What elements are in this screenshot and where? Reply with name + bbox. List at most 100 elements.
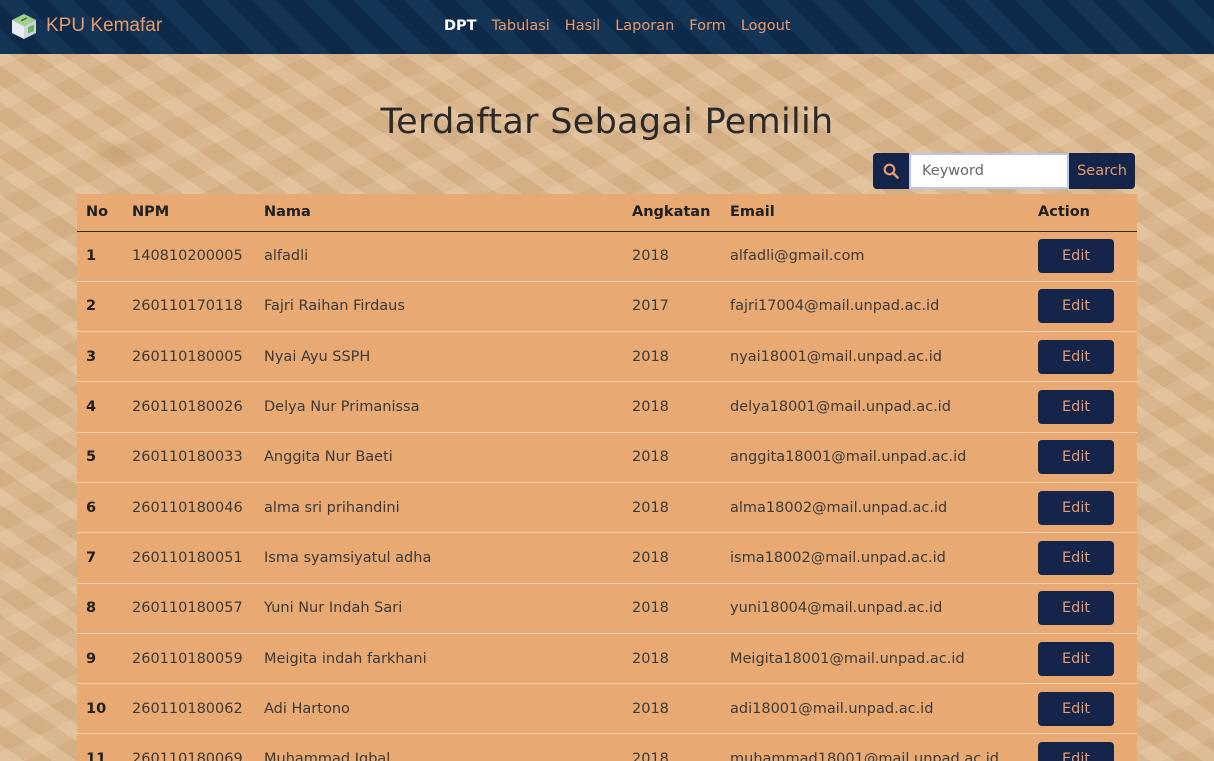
cell-angkatan: 2018 <box>623 733 721 761</box>
nav-link-laporan[interactable]: Laporan <box>615 18 674 34</box>
cell-action: Edit <box>1029 683 1137 735</box>
edit-button[interactable]: Edit <box>1038 440 1114 475</box>
cell-no: 3 <box>77 331 123 383</box>
cell-nama: Muhammad Iqbal <box>255 733 623 761</box>
cell-no: 5 <box>77 432 123 483</box>
cell-no: 4 <box>77 381 123 433</box>
edit-button[interactable]: Edit <box>1038 490 1114 525</box>
table-row: 6 260110180046 alma sri prihandini 2018 alma… <box>77 482 1137 534</box>
cell-nama: Delya Nur Primanissa <box>255 381 623 433</box>
search-input[interactable] <box>909 153 1069 189</box>
cell-npm: 260110180026 <box>123 381 255 433</box>
edit-button[interactable]: Edit <box>1038 390 1114 425</box>
cell-no: 6 <box>77 482 123 534</box>
cell-action: Edit <box>1029 733 1137 761</box>
cell-action: Edit <box>1029 532 1137 584</box>
header-action: Action <box>1029 194 1137 232</box>
header-npm: NPM <box>123 194 255 232</box>
cell-email: isma18002@mail.unpad.ac.id <box>721 532 1029 584</box>
cell-npm: 260110170118 <box>123 281 255 333</box>
cell-angkatan: 2018 <box>623 583 721 634</box>
cell-npm: 140810200005 <box>123 231 255 282</box>
cell-angkatan: 2018 <box>623 432 721 483</box>
cell-npm: 260110180051 <box>123 532 255 584</box>
cell-email: anggita18001@mail.unpad.ac.id <box>721 432 1029 483</box>
search-button[interactable]: Search <box>1069 153 1135 189</box>
nav-link-form[interactable]: Form <box>689 18 726 34</box>
top-navbar: KPU Kemafar DPT Tabulasi Hasil Laporan F… <box>0 0 1214 54</box>
cell-angkatan: 2018 <box>623 331 721 383</box>
cell-no: 1 <box>77 231 123 282</box>
nav-link-hasil[interactable]: Hasil <box>565 18 600 34</box>
cell-npm: 260110180005 <box>123 331 255 383</box>
table-row: 3 260110180005 Nyai Ayu SSPH 2018 nyai18001@… <box>77 331 1137 383</box>
nav-link-dpt[interactable]: DPT <box>444 18 477 34</box>
cell-no: 2 <box>77 281 123 333</box>
edit-button[interactable]: Edit <box>1038 641 1114 676</box>
cell-action: Edit <box>1029 583 1137 634</box>
cell-angkatan: 2018 <box>623 532 721 584</box>
table-row: 4 260110180026 Delya Nur Primanissa 2018 del… <box>77 381 1137 433</box>
cell-email: nyai18001@mail.unpad.ac.id <box>721 331 1029 383</box>
nav-links: DPT Tabulasi Hasil Laporan Form Logout <box>444 18 790 34</box>
cell-angkatan: 2018 <box>623 683 721 735</box>
table-row: 2 260110170118 Fajri Raihan Firdaus 2017 faj… <box>77 281 1137 333</box>
cell-no: 9 <box>77 633 123 685</box>
cell-email: alfadli@gmail.com <box>721 231 1029 282</box>
header-angkatan: Angkatan <box>623 194 721 232</box>
edit-button[interactable]: Edit <box>1038 742 1114 761</box>
cell-action: Edit <box>1029 281 1137 333</box>
cell-nama: alfadli <box>255 231 623 282</box>
cell-nama: Anggita Nur Baeti <box>255 432 623 483</box>
cell-nama: Isma syamsiyatul adha <box>255 532 623 584</box>
table-row: 1 140810200005 alfadli 2018 alfadli@gmail.co… <box>77 231 1137 282</box>
cell-nama: alma sri prihandini <box>255 482 623 534</box>
ballot-box-icon <box>12 14 36 39</box>
edit-button[interactable]: Edit <box>1038 339 1114 374</box>
cell-angkatan: 2018 <box>623 381 721 433</box>
voter-table: No NPM Nama Angkatan Email Action 1 14081… <box>77 194 1137 761</box>
cell-email: yuni18004@mail.unpad.ac.id <box>721 583 1029 634</box>
brand-link[interactable]: KPU Kemafar <box>10 12 162 40</box>
cell-angkatan: 2018 <box>623 633 721 685</box>
search-addon <box>873 153 909 189</box>
cell-nama: Meigita indah farkhani <box>255 633 623 685</box>
cell-no: 11 <box>77 733 123 761</box>
cell-email: Meigita18001@mail.unpad.ac.id <box>721 633 1029 685</box>
cell-npm: 260110180059 <box>123 633 255 685</box>
cell-email: delya18001@mail.unpad.ac.id <box>721 381 1029 433</box>
cell-npm: 260110180062 <box>123 683 255 735</box>
edit-button[interactable]: Edit <box>1038 239 1114 274</box>
cell-email: muhammad18001@mail.unpad.ac.id <box>721 733 1029 761</box>
table-row: 7 260110180051 Isma syamsiyatul adha 2018 is… <box>77 532 1137 584</box>
cell-action: Edit <box>1029 432 1137 483</box>
table-header-row: No NPM Nama Angkatan Email Action <box>77 194 1137 232</box>
cell-no: 7 <box>77 532 123 584</box>
table-row: 10 260110180062 Adi Hartono 2018 adi18001@ma… <box>77 683 1137 735</box>
cell-action: Edit <box>1029 331 1137 383</box>
table-row: 5 260110180033 Anggita Nur Baeti 2018 anggit… <box>77 432 1137 483</box>
edit-button[interactable]: Edit <box>1038 591 1114 626</box>
cell-angkatan: 2018 <box>623 482 721 534</box>
search-form: Search <box>873 153 1135 189</box>
cell-email: alma18002@mail.unpad.ac.id <box>721 482 1029 534</box>
voter-table-container: No NPM Nama Angkatan Email Action 1 14081… <box>77 194 1137 761</box>
page-title: Terdaftar Sebagai Pemilih <box>380 102 834 142</box>
cell-action: Edit <box>1029 231 1137 282</box>
cell-nama: Nyai Ayu SSPH <box>255 331 623 383</box>
cell-angkatan: 2017 <box>623 281 721 333</box>
cell-npm: 260110180057 <box>123 583 255 634</box>
edit-button[interactable]: Edit <box>1038 540 1114 575</box>
edit-button[interactable]: Edit <box>1038 691 1114 726</box>
cell-npm: 260110180069 <box>123 733 255 761</box>
nav-link-tabulasi[interactable]: Tabulasi <box>492 18 550 34</box>
nav-link-logout[interactable]: Logout <box>741 18 791 34</box>
cell-nama: Fajri Raihan Firdaus <box>255 281 623 333</box>
cell-nama: Yuni Nur Indah Sari <box>255 583 623 634</box>
table-row: 9 260110180059 Meigita indah farkhani 2018 M… <box>77 633 1137 685</box>
edit-button[interactable]: Edit <box>1038 289 1114 324</box>
cell-action: Edit <box>1029 381 1137 433</box>
table-row: 8 260110180057 Yuni Nur Indah Sari 2018 yuni… <box>77 583 1137 634</box>
table-row: 11 260110180069 Muhammad Iqbal 2018 muhammad… <box>77 733 1137 761</box>
cell-angkatan: 2018 <box>623 231 721 282</box>
